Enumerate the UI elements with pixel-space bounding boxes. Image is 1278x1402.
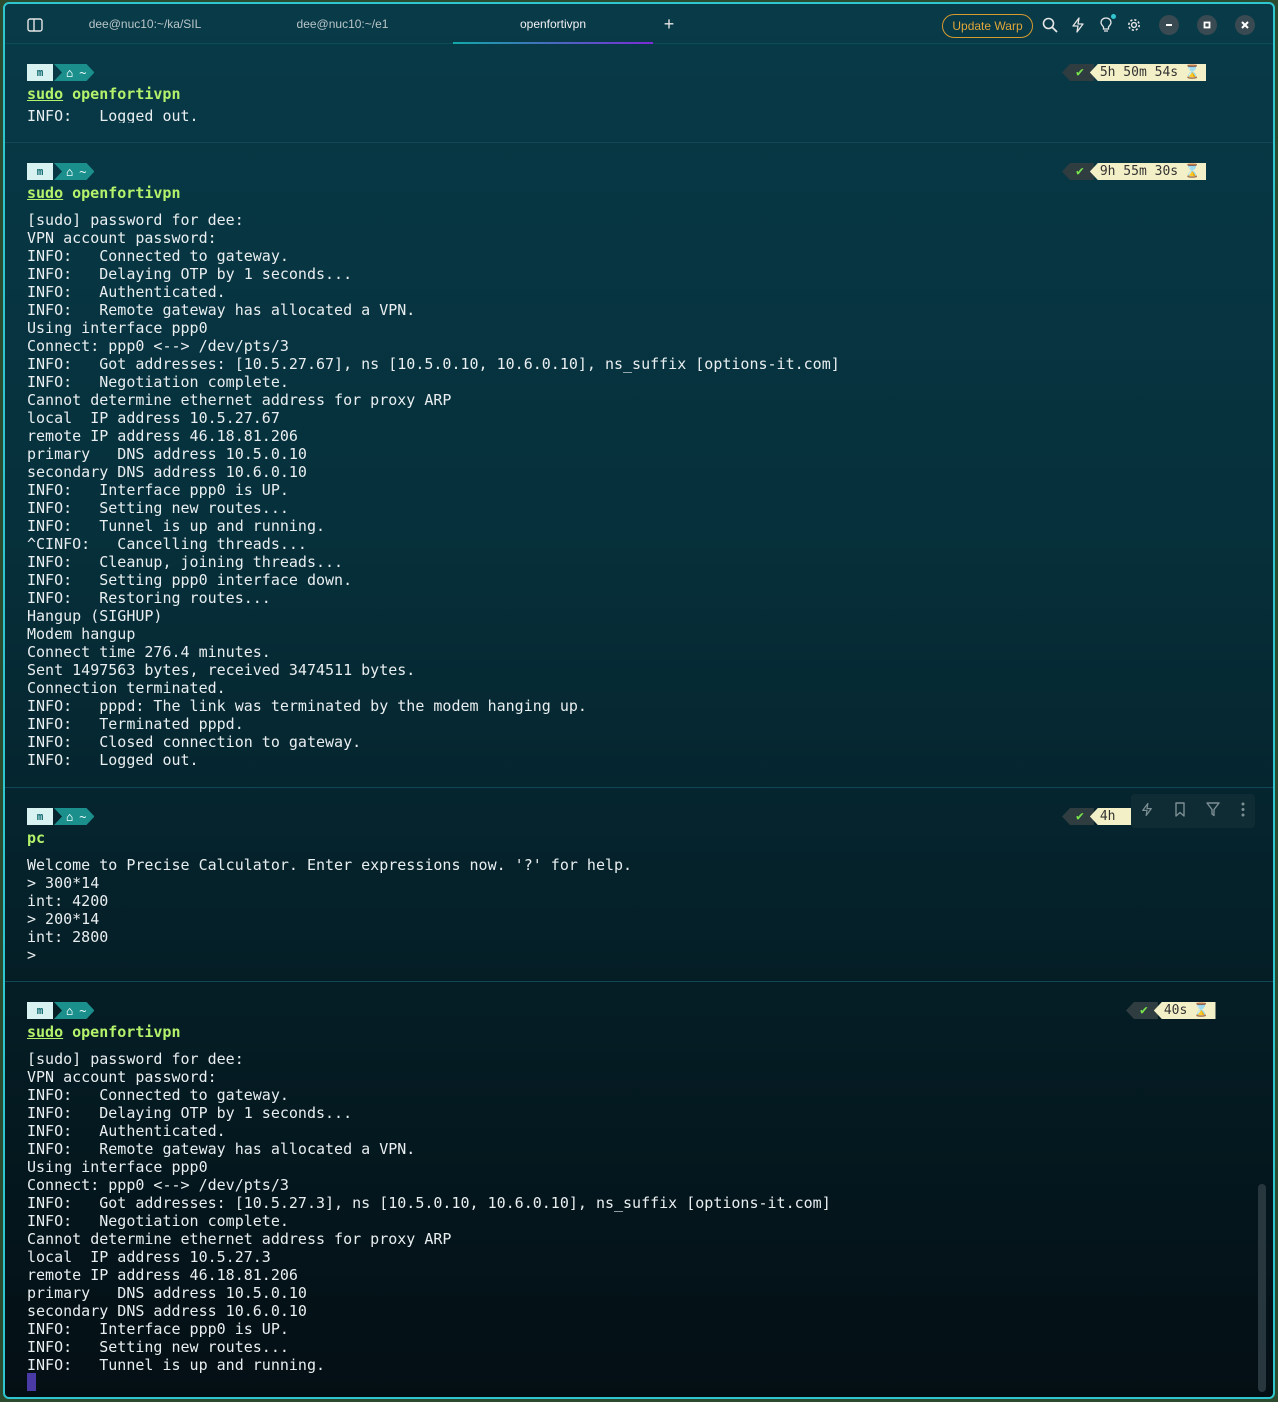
filter-icon[interactable] [1206, 801, 1220, 821]
tab-e1[interactable]: dee@nuc10:~/e1 [255, 4, 430, 44]
command-line: sudo openfortivpn [27, 1023, 181, 1041]
success-check: ✔ [1062, 163, 1094, 180]
prompt: ⌂~ [27, 163, 94, 180]
command-name: openfortivpn [72, 85, 181, 103]
warp-terminal-window: dee@nuc10:~/ka/SIL dee@nuc10:~/e1 openfo… [3, 2, 1275, 1399]
prompt-dir: ⌂ ~ [54, 808, 94, 825]
tab-label: openfortivpn [519, 17, 587, 31]
command-output: INFO: Logged out. [27, 107, 199, 123]
command-name: openfortivpn [72, 184, 181, 202]
command-line: sudo openfortivpn [27, 184, 181, 202]
lightning-icon[interactable] [1069, 16, 1087, 34]
success-check: ✔ [1062, 64, 1094, 81]
success-check: ✔ [1126, 1002, 1158, 1019]
maximize-button[interactable] [1197, 15, 1217, 35]
home-icon: ⌂ [66, 809, 74, 824]
panel-toggle-icon[interactable] [26, 16, 44, 34]
hourglass-icon: ⌛ [1184, 65, 1201, 80]
prompt-dir: ⌂ ~ [54, 1002, 94, 1019]
command-output: [sudo] password for dee: VPN account pas… [27, 211, 840, 769]
command-name: openfortivpn [72, 1023, 181, 1041]
command-output: Welcome to Precise Calculator. Enter exp… [27, 856, 633, 964]
prompt: ⌂~ [27, 1002, 94, 1019]
close-button[interactable] [1235, 15, 1255, 35]
search-icon[interactable] [1041, 16, 1059, 34]
command-prefix: sudo [27, 1023, 64, 1041]
lightbulb-icon[interactable] [1097, 14, 1116, 34]
minimize-button[interactable] [1159, 15, 1179, 35]
command-block[interactable]: ⌂~ sudo openfortivpn ✔ 40s⌛ [sudo] passwo… [5, 982, 1273, 1397]
home-icon: ⌂ [66, 164, 74, 179]
prompt: ⌂~ [27, 808, 94, 825]
block-action-toolbar [1131, 794, 1255, 828]
lightning-icon[interactable] [1141, 802, 1153, 821]
gear-icon[interactable] [1125, 16, 1143, 34]
os-logo-icon [27, 163, 53, 180]
bookmark-icon[interactable] [1174, 801, 1186, 821]
command-prefix: sudo [27, 85, 64, 103]
os-logo-icon [27, 1002, 53, 1019]
command-block[interactable]: ⌂~ sudo openfortivpn ✔ 5h 50m 54s⌛ INFO: … [5, 44, 1273, 143]
success-check: ✔ [1062, 808, 1094, 825]
tab-sil[interactable]: dee@nuc10:~/ka/SIL [60, 4, 230, 44]
prompt-dir: ⌂ ~ [54, 163, 94, 180]
more-options-icon[interactable] [1241, 802, 1245, 821]
duration-badge: 40s ⌛ [1153, 1002, 1216, 1019]
right-prompt: ✔ 9h 55m 30s ⌛ [1062, 163, 1207, 180]
duration-badge: 9h 55m 30s ⌛ [1089, 163, 1207, 180]
command-name: pc [27, 829, 46, 847]
hourglass-icon: ⌛ [1193, 1003, 1210, 1018]
right-prompt: ✔ 5h 50m 54s ⌛ [1062, 64, 1207, 81]
scrollbar[interactable] [1258, 1184, 1266, 1392]
update-warp-button[interactable]: Update Warp [942, 14, 1033, 38]
home-icon: ⌂ [66, 65, 74, 80]
command-output: [sudo] password for dee: VPN account pas… [27, 1050, 831, 1374]
title-bar: dee@nuc10:~/ka/SIL dee@nuc10:~/e1 openfo… [5, 4, 1273, 44]
right-prompt: ✔ 40s ⌛ [1126, 1002, 1216, 1019]
tab-openfortivpn[interactable]: openfortivpn [453, 4, 653, 44]
command-prefix: sudo [27, 184, 64, 202]
hourglass-icon: ⌛ [1184, 164, 1201, 179]
tab-label: dee@nuc10:~/e1 [296, 17, 389, 31]
os-logo-icon [27, 808, 53, 825]
text-cursor[interactable] [27, 1373, 36, 1391]
prompt-dir: ⌂ ~ [54, 64, 94, 81]
command-block[interactable]: ⌂~ pc ✔ 4h Welcome to Precise Calculator… [5, 788, 1273, 982]
tab-label: dee@nuc10:~/ka/SIL [88, 17, 202, 31]
new-tab-button[interactable]: + [657, 4, 681, 44]
command-block[interactable]: ⌂~ sudo openfortivpn ✔ 9h 55m 30s⌛ [sudo]… [5, 143, 1273, 788]
os-logo-icon [27, 64, 53, 81]
command-line: sudo openfortivpn [27, 85, 181, 103]
prompt: ⌂~ [27, 64, 94, 81]
duration-badge: 5h 50m 54s ⌛ [1089, 64, 1207, 81]
home-icon: ⌂ [66, 1003, 74, 1018]
command-line: pc [27, 829, 45, 847]
